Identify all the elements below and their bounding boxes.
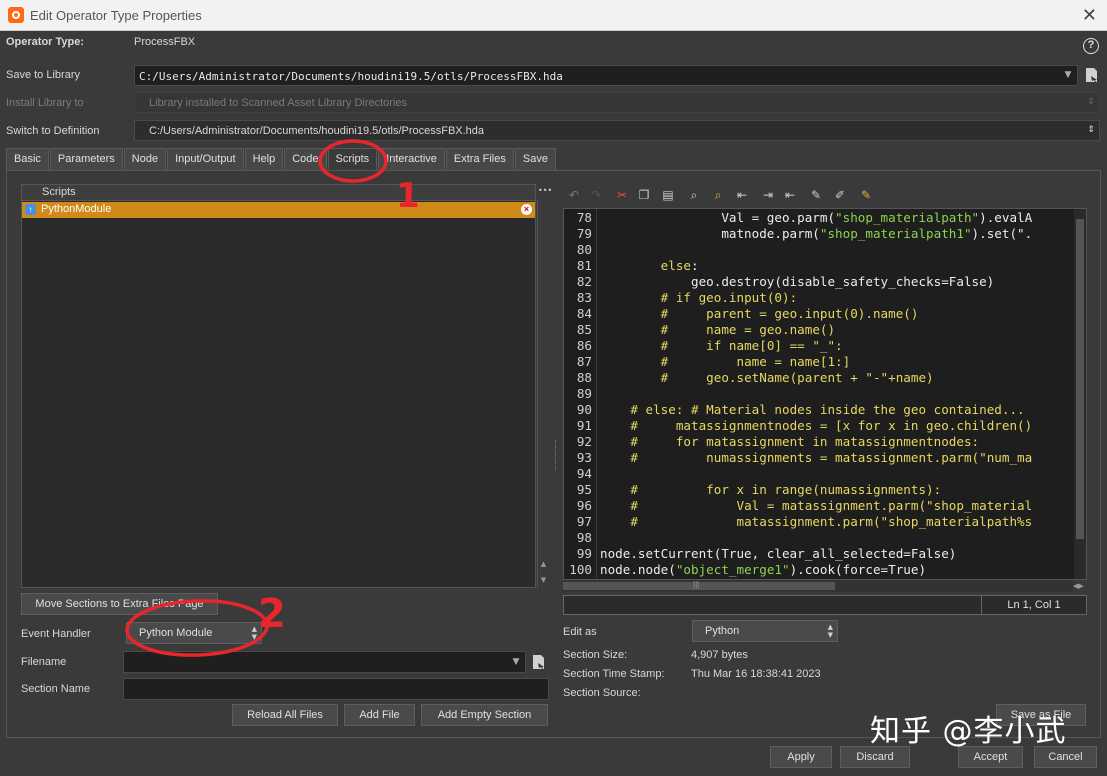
- annotation-circle-event-handler: [125, 599, 269, 657]
- annotation-mark-1: 1: [396, 176, 420, 216]
- annotation-circle-scripts-tab: [318, 139, 388, 183]
- annotation-overlay: 1 2: [125, 139, 420, 657]
- annotation-mark-2: 2: [258, 591, 286, 637]
- watermark-logo: 知乎 @李小武: [870, 714, 1067, 749]
